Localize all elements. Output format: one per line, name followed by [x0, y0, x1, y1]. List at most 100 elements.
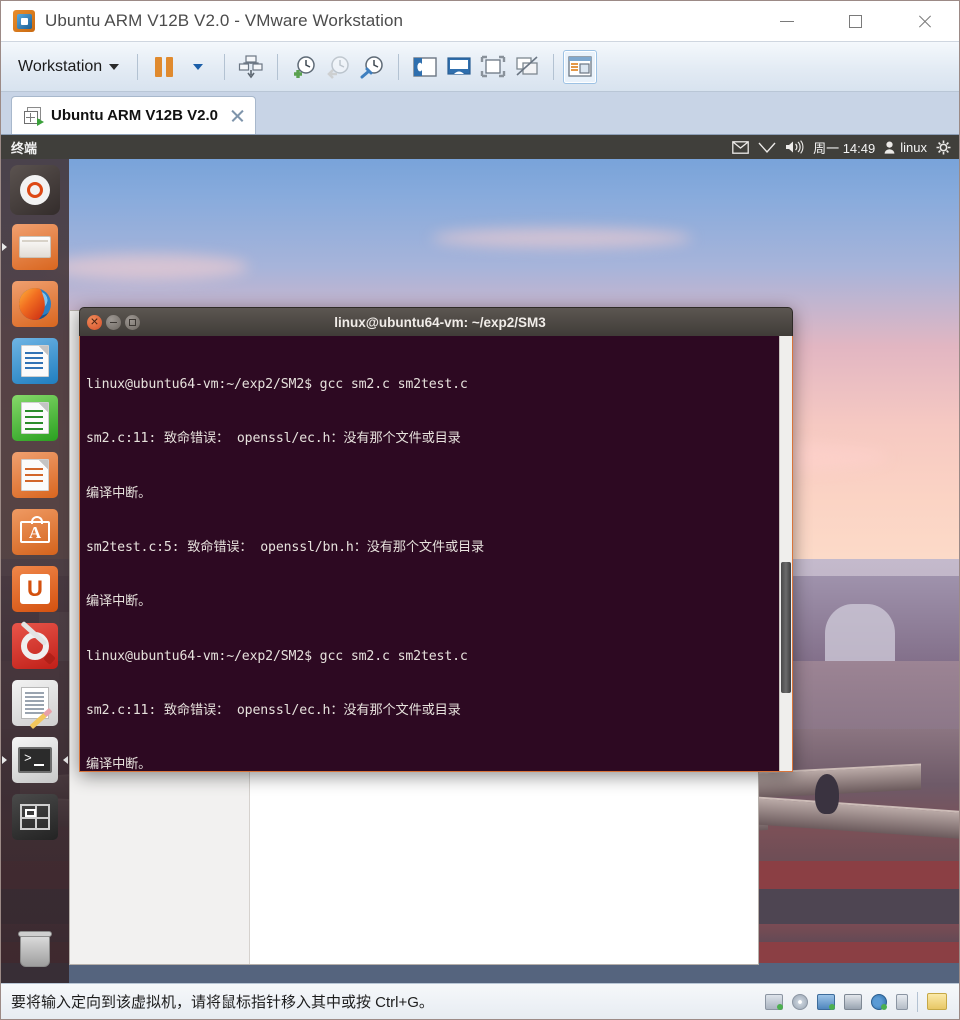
terminal-line: 编译中断。 [86, 757, 152, 772]
fullscreen-icon [480, 55, 506, 77]
terminal-close-button[interactable] [87, 313, 102, 330]
send-ctrl-alt-del-button[interactable] [234, 50, 268, 84]
launcher-impress[interactable] [10, 450, 60, 500]
launcher-trash[interactable] [10, 919, 60, 969]
launcher-amazon[interactable]: A [10, 507, 60, 557]
status-bar: 要将输入定向到该虚拟机，请将鼠标指针移入其中或按 Ctrl+G。 [1, 983, 959, 1019]
terminal-line: sm2test.c:5: 致命错误： openssl/bn.h：没有那个文件或目… [86, 540, 485, 556]
impress-icon [12, 452, 58, 498]
console-view-icon [447, 56, 471, 75]
terminal-line: sm2.c:11: 致命错误： openssl/ec.h：没有那个文件或目录 [86, 431, 461, 447]
terminal-scrollbar-thumb[interactable] [781, 562, 791, 693]
panel-clock[interactable]: 周一 14:49 [813, 138, 875, 157]
launcher-terminal[interactable] [2, 735, 68, 785]
show-thumbnail-bar-button[interactable] [563, 49, 598, 84]
printer-status-icon[interactable] [844, 993, 862, 1010]
terminal-line: linux@ubuntu64-vm:~/exp2/SM2$ gcc sm2.c … [86, 377, 468, 393]
ubuntu-top-panel: 终端 周一 14:49 linux [1, 135, 959, 159]
maximize-icon [849, 14, 862, 28]
launcher-dash[interactable] [10, 165, 60, 215]
vmware-icon [13, 10, 35, 32]
unity-launcher: A U [1, 159, 69, 983]
toolbar-divider [277, 53, 279, 80]
take-snapshot-button[interactable] [287, 50, 321, 84]
minimize-button[interactable] [752, 1, 821, 41]
launcher-firefox[interactable] [10, 279, 60, 329]
terminal-title: linux@ubuntu64-vm: ~/exp2/SM3 [334, 314, 546, 330]
usb-status-icon[interactable] [896, 993, 908, 1010]
launcher-workspace-switcher[interactable] [10, 792, 60, 842]
vm-running-icon [24, 106, 44, 126]
close-button[interactable] [890, 1, 959, 41]
cd-dvd-status-icon[interactable] [792, 993, 808, 1010]
network-adapter-status-icon[interactable] [817, 993, 835, 1010]
console-view-button[interactable] [442, 50, 476, 84]
toolbar-divider [224, 53, 226, 80]
power-dropdown[interactable] [181, 50, 215, 84]
guest-screen[interactable]: 终端 周一 14:49 linux A U > ♪ × linux@ubuntu… [1, 134, 959, 983]
chevron-down-icon [193, 63, 204, 70]
ubuntu-dash-icon [10, 165, 60, 215]
snapshot-manage-icon [360, 55, 383, 78]
terminal-scrollbar[interactable] [779, 336, 792, 771]
unity-mode-button[interactable] [510, 50, 544, 84]
terminal-line: linux@ubuntu64-vm:~/exp2/SM2$ gcc sm2.c … [86, 648, 468, 664]
shared-folders-status-icon[interactable] [927, 993, 947, 1010]
software-center-icon: U [12, 566, 58, 612]
status-divider [917, 991, 918, 1012]
sidebar-panel-icon [413, 56, 437, 77]
workstation-menu-label: Workstation [18, 57, 103, 75]
firefox-icon [12, 281, 58, 327]
launcher-software-center[interactable]: U [10, 564, 60, 614]
window-title: Ubuntu ARM V12B V2.0 - VMware Workstatio… [45, 11, 404, 30]
window-title-bar: Ubuntu ARM V12B V2.0 - VMware Workstatio… [1, 1, 959, 42]
launcher-files[interactable] [2, 222, 60, 272]
vm-tab-strip: Ubuntu ARM V12B V2.0 [1, 92, 959, 134]
calc-icon [12, 395, 58, 441]
sound-indicator[interactable] [785, 140, 804, 154]
network-indicator[interactable] [758, 141, 776, 154]
launcher-calc[interactable] [10, 393, 60, 443]
vm-tab-label: Ubuntu ARM V12B V2.0 [51, 107, 218, 124]
terminal-body[interactable]: linux@ubuntu64-vm:~/exp2/SM2$ gcc sm2.c … [79, 336, 793, 772]
terminal-maximize-button[interactable] [125, 314, 140, 330]
writer-icon [12, 338, 58, 384]
snapshot-add-icon [294, 55, 315, 78]
workstation-menu-button[interactable]: Workstation [9, 54, 128, 80]
snapshot-manager-button[interactable] [355, 50, 389, 84]
terminal-window[interactable]: linux@ubuntu64-vm: ~/exp2/SM3 linux@ubun… [79, 307, 793, 772]
vmware-workstation-window: Ubuntu ARM V12B V2.0 - VMware Workstatio… [0, 0, 960, 1020]
status-message: 要将输入定向到该虚拟机，请将鼠标指针移入其中或按 Ctrl+G。 [11, 994, 434, 1011]
panel-user-label: linux [900, 139, 927, 155]
launcher-writer[interactable] [10, 336, 60, 386]
vm-tab-ubuntu-arm[interactable]: Ubuntu ARM V12B V2.0 [11, 96, 256, 134]
gedit-icon [12, 680, 58, 730]
terminal-line: sm2.c:11: 致命错误： openssl/ec.h：没有那个文件或目录 [86, 702, 461, 718]
toolbar-divider [553, 53, 555, 80]
terminal-line: 编译中断。 [86, 485, 152, 501]
messaging-indicator[interactable] [732, 140, 749, 154]
toolbar-divider [137, 53, 139, 80]
window-controls [752, 1, 959, 41]
sound-card-status-icon[interactable] [871, 993, 887, 1010]
launcher-text-editor[interactable] [10, 678, 60, 730]
launcher-system-settings[interactable] [10, 620, 60, 671]
maximize-button[interactable] [821, 1, 890, 41]
terminal-line: 编译中断。 [86, 594, 152, 610]
suspend-button[interactable] [147, 50, 181, 84]
settings-icon [12, 620, 58, 669]
user-icon [884, 141, 895, 154]
show-library-button[interactable] [408, 50, 442, 84]
trash-icon [12, 921, 58, 967]
terminal-minimize-button[interactable] [106, 314, 121, 330]
fullscreen-button[interactable] [476, 50, 510, 84]
terminal-title-bar: linux@ubuntu64-vm: ~/exp2/SM3 [79, 307, 793, 336]
hard-disk-status-icon[interactable] [765, 993, 783, 1010]
chevron-down-icon [109, 63, 120, 70]
close-icon[interactable] [230, 108, 245, 123]
snapshot-revert-icon [327, 55, 349, 79]
panel-user-menu[interactable]: linux [884, 140, 927, 155]
session-menu[interactable] [936, 140, 951, 155]
panel-app-menu[interactable]: 终端 [1, 138, 37, 157]
revert-snapshot-button[interactable] [321, 50, 355, 84]
